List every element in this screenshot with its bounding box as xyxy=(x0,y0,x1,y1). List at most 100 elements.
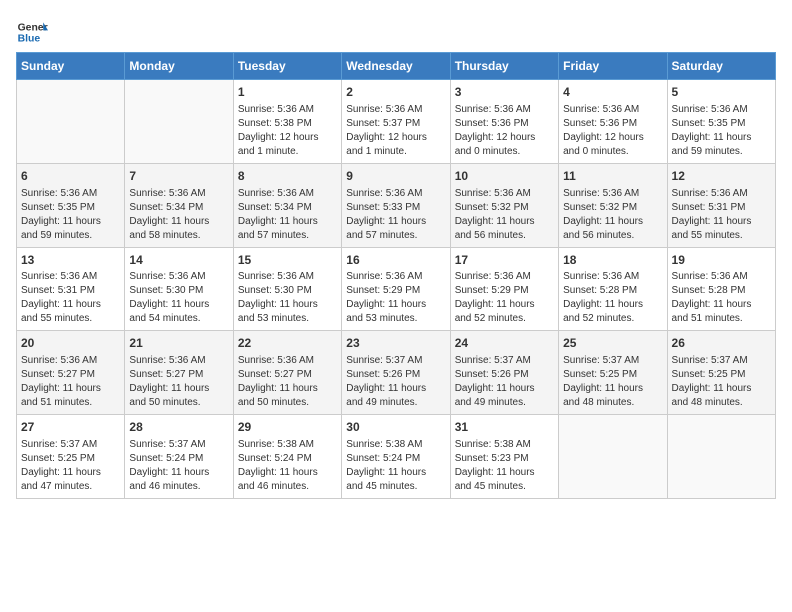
day-number: 23 xyxy=(346,335,445,352)
day-number: 26 xyxy=(672,335,771,352)
day-info: Sunrise: 5:36 AMSunset: 5:35 PMDaylight:… xyxy=(21,187,120,243)
weekday-header-cell: Monday xyxy=(125,53,233,80)
day-info: Sunrise: 5:36 AMSunset: 5:30 PMDaylight:… xyxy=(129,270,228,326)
calendar-cell xyxy=(559,415,667,499)
day-info: Sunrise: 5:36 AMSunset: 5:32 PMDaylight:… xyxy=(563,187,662,243)
calendar-cell: 2 Sunrise: 5:36 AMSunset: 5:37 PMDaylight… xyxy=(342,80,450,164)
calendar-cell: 16Sunrise: 5:36 AMSunset: 5:29 PMDayligh… xyxy=(342,247,450,331)
weekday-header-cell: Wednesday xyxy=(342,53,450,80)
day-info: Sunrise: 5:36 AMSunset: 5:32 PMDaylight:… xyxy=(455,187,554,243)
calendar-week-row: 13Sunrise: 5:36 AMSunset: 5:31 PMDayligh… xyxy=(17,247,776,331)
calendar-cell: 30 Sunrise: 5:38 AMSunset: 5:24 PMDayligh… xyxy=(342,415,450,499)
day-number: 17 xyxy=(455,252,554,269)
day-info: Sunrise: 5:37 AMSunset: 5:25 PMDaylight:… xyxy=(563,354,662,410)
day-number: 8 xyxy=(238,168,337,185)
day-info: Sunrise: 5:36 AMSunset: 5:37 PMDaylight:… xyxy=(346,103,445,159)
calendar-cell: 3 Sunrise: 5:36 AMSunset: 5:36 PMDaylight… xyxy=(450,80,558,164)
day-number: 22 xyxy=(238,335,337,352)
calendar-week-row: 27 Sunrise: 5:37 AMSunset: 5:25 PMDayligh… xyxy=(17,415,776,499)
day-info: Sunrise: 5:37 AMSunset: 5:25 PMDaylight:… xyxy=(672,354,771,410)
day-number: 20 xyxy=(21,335,120,352)
calendar-cell: 8Sunrise: 5:36 AMSunset: 5:34 PMDaylight… xyxy=(233,163,341,247)
day-info: Sunrise: 5:36 AMSunset: 5:36 PMDaylight:… xyxy=(563,103,662,159)
day-info: Sunrise: 5:36 AMSunset: 5:31 PMDaylight:… xyxy=(672,187,771,243)
calendar-week-row: 6 Sunrise: 5:36 AMSunset: 5:35 PMDaylight… xyxy=(17,163,776,247)
weekday-header-cell: Tuesday xyxy=(233,53,341,80)
calendar-cell: 10 Sunrise: 5:36 AMSunset: 5:32 PMDayligh… xyxy=(450,163,558,247)
day-number: 27 xyxy=(21,419,120,436)
day-number: 21 xyxy=(129,335,228,352)
calendar-cell: 22 Sunrise: 5:36 AMSunset: 5:27 PMDayligh… xyxy=(233,331,341,415)
calendar-cell xyxy=(667,415,775,499)
calendar-cell: 7 Sunrise: 5:36 AMSunset: 5:34 PMDaylight… xyxy=(125,163,233,247)
day-number: 15 xyxy=(238,252,337,269)
day-info: Sunrise: 5:36 AMSunset: 5:27 PMDaylight:… xyxy=(21,354,120,410)
calendar-cell: 28Sunrise: 5:37 AMSunset: 5:24 PMDayligh… xyxy=(125,415,233,499)
day-number: 25 xyxy=(563,335,662,352)
calendar-cell: 1Sunrise: 5:36 AMSunset: 5:38 PMDaylight… xyxy=(233,80,341,164)
day-info: Sunrise: 5:36 AMSunset: 5:34 PMDaylight:… xyxy=(129,187,228,243)
day-info: Sunrise: 5:36 AMSunset: 5:33 PMDaylight:… xyxy=(346,187,445,243)
day-info: Sunrise: 5:36 AMSunset: 5:27 PMDaylight:… xyxy=(238,354,337,410)
calendar-cell: 18Sunrise: 5:36 AMSunset: 5:28 PMDayligh… xyxy=(559,247,667,331)
calendar-cell: 19Sunrise: 5:36 AMSunset: 5:28 PMDayligh… xyxy=(667,247,775,331)
calendar-cell: 25 Sunrise: 5:37 AMSunset: 5:25 PMDayligh… xyxy=(559,331,667,415)
calendar-cell: 31 Sunrise: 5:38 AMSunset: 5:23 PMDayligh… xyxy=(450,415,558,499)
logo: General Blue xyxy=(16,16,54,48)
calendar-week-row: 1Sunrise: 5:36 AMSunset: 5:38 PMDaylight… xyxy=(17,80,776,164)
calendar-week-row: 20 Sunrise: 5:36 AMSunset: 5:27 PMDayligh… xyxy=(17,331,776,415)
day-number: 24 xyxy=(455,335,554,352)
day-info: Sunrise: 5:38 AMSunset: 5:24 PMDaylight:… xyxy=(346,438,445,494)
day-info: Sunrise: 5:36 AMSunset: 5:29 PMDaylight:… xyxy=(346,270,445,326)
day-info: Sunrise: 5:37 AMSunset: 5:26 PMDaylight:… xyxy=(346,354,445,410)
day-info: Sunrise: 5:37 AMSunset: 5:24 PMDaylight:… xyxy=(129,438,228,494)
calendar-cell: 11Sunrise: 5:36 AMSunset: 5:32 PMDayligh… xyxy=(559,163,667,247)
calendar-cell: 23 Sunrise: 5:37 AMSunset: 5:26 PMDayligh… xyxy=(342,331,450,415)
calendar-table: SundayMondayTuesdayWednesdayThursdayFrid… xyxy=(16,52,776,499)
calendar-cell: 13Sunrise: 5:36 AMSunset: 5:31 PMDayligh… xyxy=(17,247,125,331)
day-info: Sunrise: 5:37 AMSunset: 5:26 PMDaylight:… xyxy=(455,354,554,410)
day-info: Sunrise: 5:36 AMSunset: 5:28 PMDaylight:… xyxy=(563,270,662,326)
day-number: 13 xyxy=(21,252,120,269)
day-number: 9 xyxy=(346,168,445,185)
calendar-cell: 27 Sunrise: 5:37 AMSunset: 5:25 PMDayligh… xyxy=(17,415,125,499)
calendar-body: 1Sunrise: 5:36 AMSunset: 5:38 PMDaylight… xyxy=(17,80,776,499)
day-number: 7 xyxy=(129,168,228,185)
day-number: 3 xyxy=(455,84,554,101)
day-info: Sunrise: 5:36 AMSunset: 5:31 PMDaylight:… xyxy=(21,270,120,326)
calendar-cell: 21 Sunrise: 5:36 AMSunset: 5:27 PMDayligh… xyxy=(125,331,233,415)
day-number: 30 xyxy=(346,419,445,436)
day-number: 2 xyxy=(346,84,445,101)
calendar-cell xyxy=(125,80,233,164)
day-number: 5 xyxy=(672,84,771,101)
weekday-header-cell: Friday xyxy=(559,53,667,80)
calendar-cell: 4Sunrise: 5:36 AMSunset: 5:36 PMDaylight… xyxy=(559,80,667,164)
calendar-cell: 5 Sunrise: 5:36 AMSunset: 5:35 PMDaylight… xyxy=(667,80,775,164)
weekday-header-cell: Saturday xyxy=(667,53,775,80)
day-number: 6 xyxy=(21,168,120,185)
day-info: Sunrise: 5:38 AMSunset: 5:23 PMDaylight:… xyxy=(455,438,554,494)
day-number: 14 xyxy=(129,252,228,269)
day-number: 31 xyxy=(455,419,554,436)
calendar-cell: 9 Sunrise: 5:36 AMSunset: 5:33 PMDaylight… xyxy=(342,163,450,247)
day-number: 10 xyxy=(455,168,554,185)
day-info: Sunrise: 5:37 AMSunset: 5:25 PMDaylight:… xyxy=(21,438,120,494)
calendar-cell: 17Sunrise: 5:36 AMSunset: 5:29 PMDayligh… xyxy=(450,247,558,331)
day-info: Sunrise: 5:36 AMSunset: 5:29 PMDaylight:… xyxy=(455,270,554,326)
day-number: 29 xyxy=(238,419,337,436)
day-number: 12 xyxy=(672,168,771,185)
calendar-cell xyxy=(17,80,125,164)
day-info: Sunrise: 5:36 AMSunset: 5:27 PMDaylight:… xyxy=(129,354,228,410)
calendar-cell: 15Sunrise: 5:36 AMSunset: 5:30 PMDayligh… xyxy=(233,247,341,331)
weekday-header-cell: Thursday xyxy=(450,53,558,80)
day-info: Sunrise: 5:36 AMSunset: 5:28 PMDaylight:… xyxy=(672,270,771,326)
day-info: Sunrise: 5:36 AMSunset: 5:36 PMDaylight:… xyxy=(455,103,554,159)
svg-text:Blue: Blue xyxy=(18,34,41,45)
day-number: 16 xyxy=(346,252,445,269)
calendar-cell: 29Sunrise: 5:38 AMSunset: 5:24 PMDayligh… xyxy=(233,415,341,499)
calendar-cell: 12 Sunrise: 5:36 AMSunset: 5:31 PMDayligh… xyxy=(667,163,775,247)
day-info: Sunrise: 5:36 AMSunset: 5:35 PMDaylight:… xyxy=(672,103,771,159)
calendar-cell: 24 Sunrise: 5:37 AMSunset: 5:26 PMDayligh… xyxy=(450,331,558,415)
calendar-cell: 20 Sunrise: 5:36 AMSunset: 5:27 PMDayligh… xyxy=(17,331,125,415)
calendar-cell: 26 Sunrise: 5:37 AMSunset: 5:25 PMDayligh… xyxy=(667,331,775,415)
